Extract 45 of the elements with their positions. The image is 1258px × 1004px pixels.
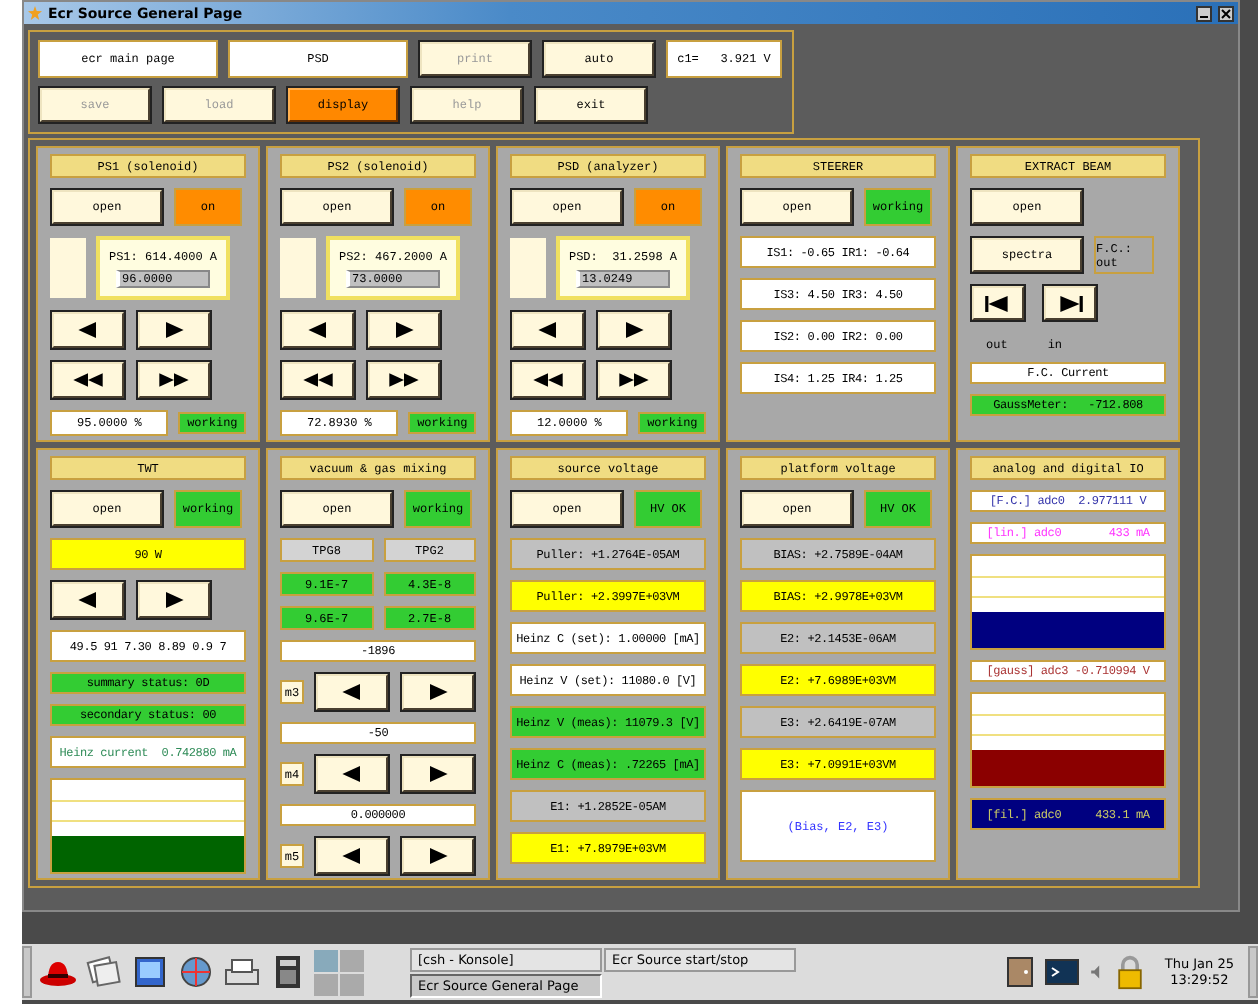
blank-box: [510, 238, 546, 298]
increase-button[interactable]: [136, 310, 212, 350]
blank-box: [280, 238, 316, 298]
skip-right-icon: [1054, 295, 1086, 311]
decrease-button[interactable]: [50, 580, 126, 620]
decrease-button[interactable]: [314, 836, 390, 876]
blank-box: [50, 238, 86, 298]
double-left-triangle-icon: [302, 372, 334, 388]
double-left-triangle-icon: [72, 372, 104, 388]
decrease-button[interactable]: [280, 310, 356, 350]
increase-button[interactable]: [596, 310, 672, 350]
terminal-icon[interactable]: [1042, 954, 1083, 990]
fast-increase-button[interactable]: [136, 360, 212, 400]
decrease-button[interactable]: [314, 672, 390, 712]
fast-decrease-button[interactable]: [280, 360, 356, 400]
double-right-triangle-icon: [158, 372, 190, 388]
close-button[interactable]: [1218, 5, 1234, 21]
documents-icon[interactable]: [84, 954, 124, 990]
move-in-button[interactable]: [1042, 284, 1098, 322]
increase-button[interactable]: [400, 754, 476, 794]
panel-handle[interactable]: [22, 946, 32, 998]
double-left-triangle-icon: [532, 372, 564, 388]
double-right-triangle-icon: [618, 372, 650, 388]
decrease-button[interactable]: [510, 310, 586, 350]
increase-button[interactable]: [136, 580, 212, 620]
fast-decrease-button[interactable]: [510, 360, 586, 400]
star-icon: [28, 6, 42, 20]
double-right-triangle-icon: [388, 372, 420, 388]
decrease-button[interactable]: [50, 310, 126, 350]
close-icon: [1220, 7, 1232, 19]
increase-button[interactable]: [366, 310, 442, 350]
globe-icon[interactable]: [176, 954, 216, 990]
decrease-button[interactable]: [314, 754, 390, 794]
printer-icon[interactable]: [222, 954, 262, 990]
skip-left-icon: [982, 295, 1014, 311]
increase-button[interactable]: [400, 672, 476, 712]
increase-button[interactable]: [400, 836, 476, 876]
fast-increase-button[interactable]: [596, 360, 672, 400]
speaker-icon[interactable]: [1088, 964, 1105, 980]
fast-decrease-button[interactable]: [50, 360, 126, 400]
fast-increase-button[interactable]: [366, 360, 442, 400]
move-out-button[interactable]: [970, 284, 1026, 322]
picture-icon[interactable]: [130, 954, 170, 990]
minimize-button[interactable]: [1196, 5, 1212, 21]
panel-handle[interactable]: [1248, 946, 1258, 998]
